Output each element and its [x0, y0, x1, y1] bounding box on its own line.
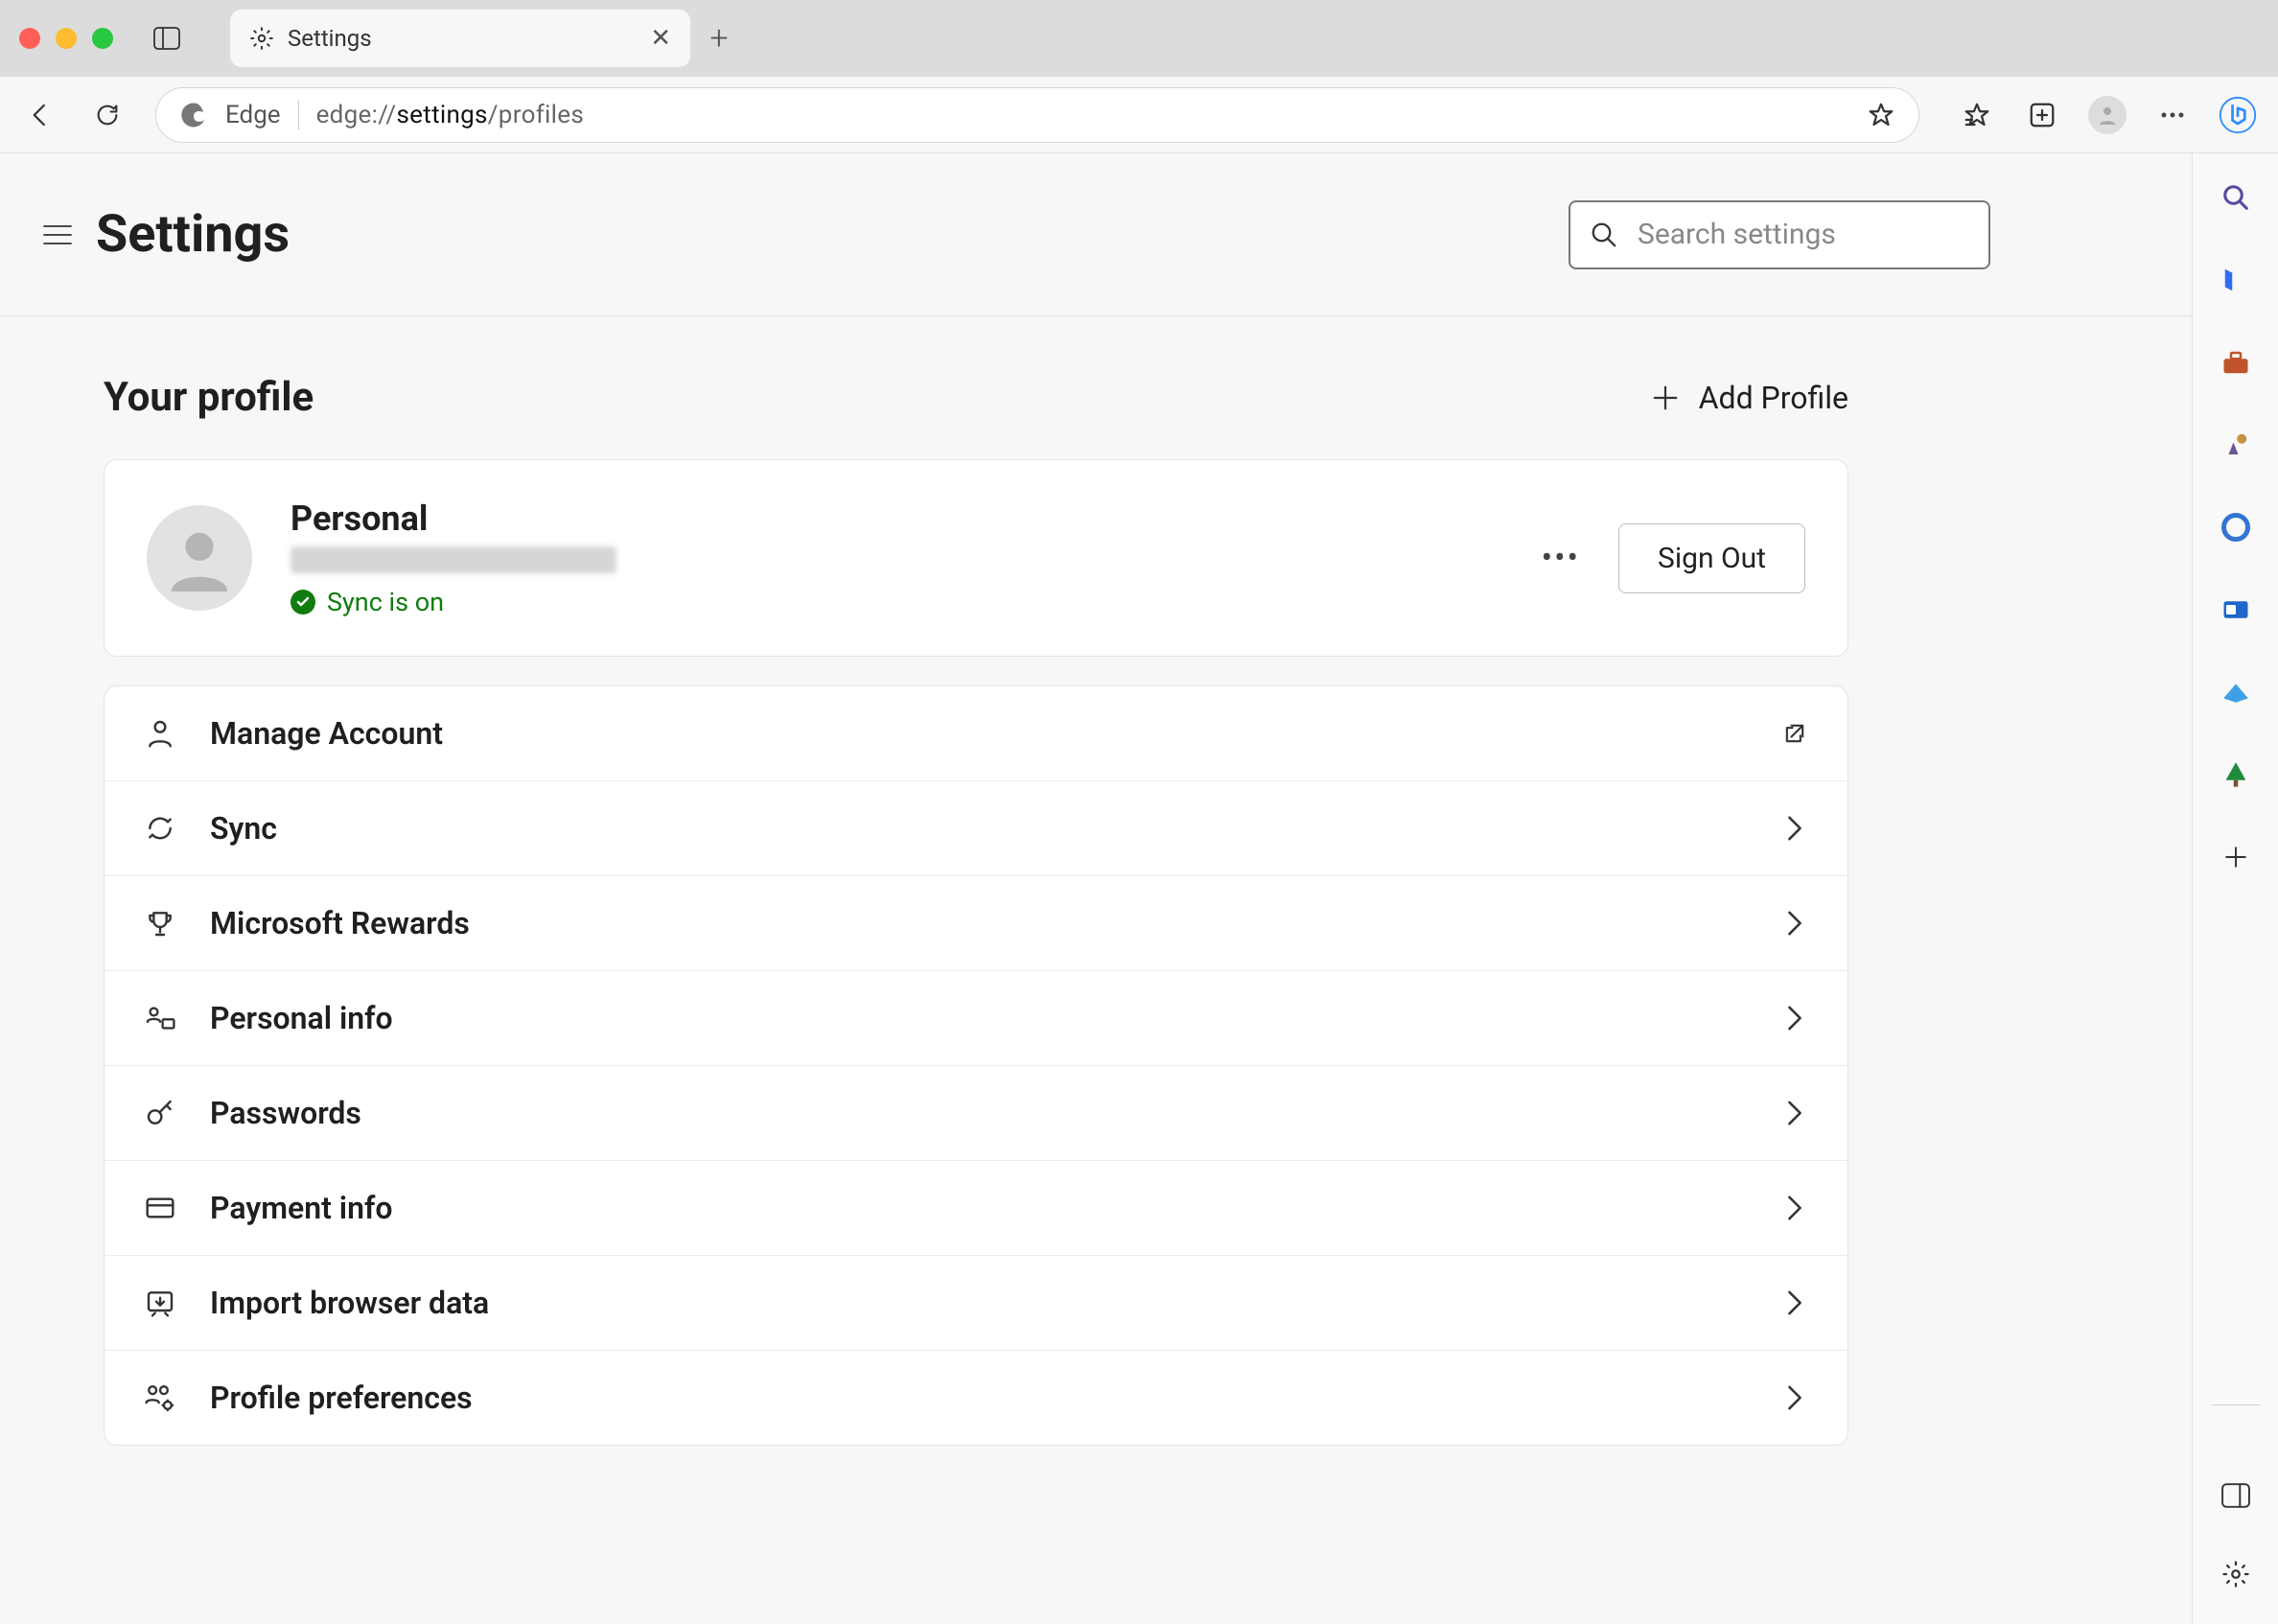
option-label: Payment info — [210, 1190, 392, 1226]
option-manage-account[interactable]: Manage Account — [105, 686, 1848, 781]
hamburger-menu-icon[interactable] — [38, 216, 77, 254]
option-import-browser-data[interactable]: Import browser data — [105, 1256, 1848, 1351]
settings-header: Settings — [0, 153, 2192, 316]
section-title: Your profile — [104, 374, 314, 421]
browser-tab[interactable]: Settings ✕ — [230, 10, 690, 67]
page-title: Settings — [96, 204, 290, 265]
sidebar-panel-toggle-icon[interactable] — [2215, 1474, 2257, 1517]
import-icon — [143, 1286, 177, 1320]
profile-name: Personal — [291, 499, 616, 539]
sidebar-toggle-icon[interactable] — [151, 23, 182, 54]
section-header: Your profile Add Profile — [104, 374, 1848, 421]
browser-toolbar: Edge edge://settings/profiles — [0, 77, 2278, 153]
option-rewards[interactable]: Microsoft Rewards — [105, 876, 1848, 971]
sidebar-add-icon[interactable] — [2215, 836, 2257, 878]
id-card-icon — [143, 1001, 177, 1035]
minimize-window-button[interactable] — [56, 28, 77, 49]
external-link-icon — [1780, 719, 1809, 748]
favorites-icon[interactable] — [1958, 96, 1996, 134]
profile-card: Personal Sync is on ••• Sign Out — [104, 459, 1848, 657]
profile-avatar-button[interactable] — [2088, 96, 2127, 134]
sidebar-drop-icon[interactable] — [2215, 671, 2257, 713]
menu-dots-icon[interactable] — [2153, 96, 2192, 134]
profile-more-icon[interactable]: ••• — [1542, 539, 1580, 577]
option-label: Personal info — [210, 1000, 393, 1036]
option-label: Import browser data — [210, 1285, 489, 1321]
close-tab-icon[interactable]: ✕ — [650, 24, 671, 53]
edge-logo-icon — [179, 101, 208, 129]
right-sidebar — [2192, 153, 2278, 1624]
sidebar-games-icon[interactable] — [2215, 424, 2257, 466]
add-profile-label: Add Profile — [1699, 380, 1848, 416]
people-gear-icon — [143, 1380, 177, 1415]
collections-icon[interactable] — [2023, 96, 2061, 134]
sidebar-tools-icon[interactable] — [2215, 341, 2257, 383]
sync-check-icon — [291, 590, 315, 615]
bing-chat-icon[interactable] — [2219, 96, 2257, 134]
sidebar-settings-icon[interactable] — [2215, 1553, 2257, 1595]
divider — [298, 101, 299, 129]
option-passwords[interactable]: Passwords — [105, 1066, 1848, 1161]
chevron-right-icon — [1780, 909, 1809, 938]
trophy-icon — [143, 906, 177, 940]
chevron-right-icon — [1780, 1383, 1809, 1412]
search-settings-box[interactable] — [1569, 200, 1990, 269]
search-settings-input[interactable] — [1638, 218, 2003, 251]
search-icon — [1590, 220, 1618, 249]
sidebar-search-icon[interactable] — [2215, 176, 2257, 219]
option-label: Sync — [210, 810, 277, 847]
add-profile-button[interactable]: Add Profile — [1651, 380, 1848, 416]
sidebar-outlook-icon[interactable] — [2215, 589, 2257, 631]
chevron-right-icon — [1780, 1004, 1809, 1032]
option-label: Microsoft Rewards — [210, 905, 470, 941]
gear-icon — [249, 26, 274, 51]
credit-card-icon — [143, 1191, 177, 1225]
chevron-right-icon — [1780, 1194, 1809, 1222]
engine-label: Edge — [225, 101, 281, 129]
option-sync[interactable]: Sync — [105, 781, 1848, 876]
sync-icon — [143, 811, 177, 846]
sign-out-button[interactable]: Sign Out — [1618, 523, 1805, 593]
sidebar-tree-icon[interactable] — [2215, 754, 2257, 796]
person-icon — [143, 716, 177, 751]
chevron-right-icon — [1780, 814, 1809, 843]
sidebar-shopping-icon[interactable] — [2215, 259, 2257, 301]
address-bar[interactable]: Edge edge://settings/profiles — [155, 87, 1919, 143]
option-label: Profile preferences — [210, 1380, 473, 1416]
chevron-right-icon — [1780, 1288, 1809, 1317]
sync-status-text: Sync is on — [327, 587, 444, 617]
add-favorite-icon[interactable] — [1867, 101, 1895, 129]
window-titlebar: Settings ✕ + — [0, 0, 2278, 77]
close-window-button[interactable] — [19, 28, 40, 49]
profile-avatar — [147, 505, 252, 611]
key-icon — [143, 1096, 177, 1130]
back-button[interactable] — [21, 96, 59, 134]
option-label: Manage Account — [210, 715, 443, 752]
sidebar-m365-icon[interactable] — [2215, 506, 2257, 548]
toolbar-actions — [1958, 96, 2257, 134]
option-personal-info[interactable]: Personal info — [105, 971, 1848, 1066]
new-tab-button[interactable]: + — [690, 19, 748, 58]
maximize-window-button[interactable] — [92, 28, 113, 49]
option-payment-info[interactable]: Payment info — [105, 1161, 1848, 1256]
options-list: Manage Account Sync Microsoft Rewards — [104, 685, 1848, 1446]
sidebar-divider — [2212, 1404, 2260, 1405]
tab-title: Settings — [288, 25, 372, 52]
option-profile-preferences[interactable]: Profile preferences — [105, 1351, 1848, 1445]
traffic-lights — [19, 28, 113, 49]
refresh-button[interactable] — [88, 96, 127, 134]
profile-email-redacted — [291, 546, 616, 573]
option-label: Passwords — [210, 1095, 361, 1131]
url-text: edge://settings/profiles — [316, 101, 585, 129]
chevron-right-icon — [1780, 1099, 1809, 1127]
